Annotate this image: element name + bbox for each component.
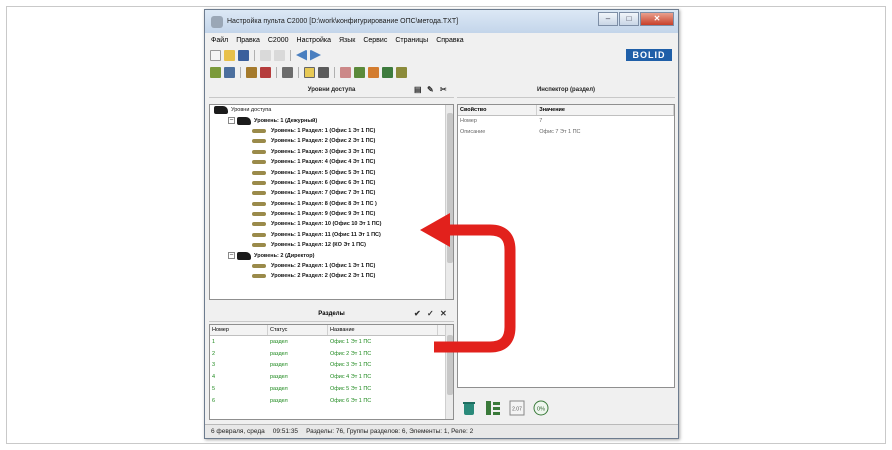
- arrow-path: [434, 224, 516, 353]
- annotation-arrow: [420, 213, 516, 353]
- arrow-head: [420, 213, 450, 247]
